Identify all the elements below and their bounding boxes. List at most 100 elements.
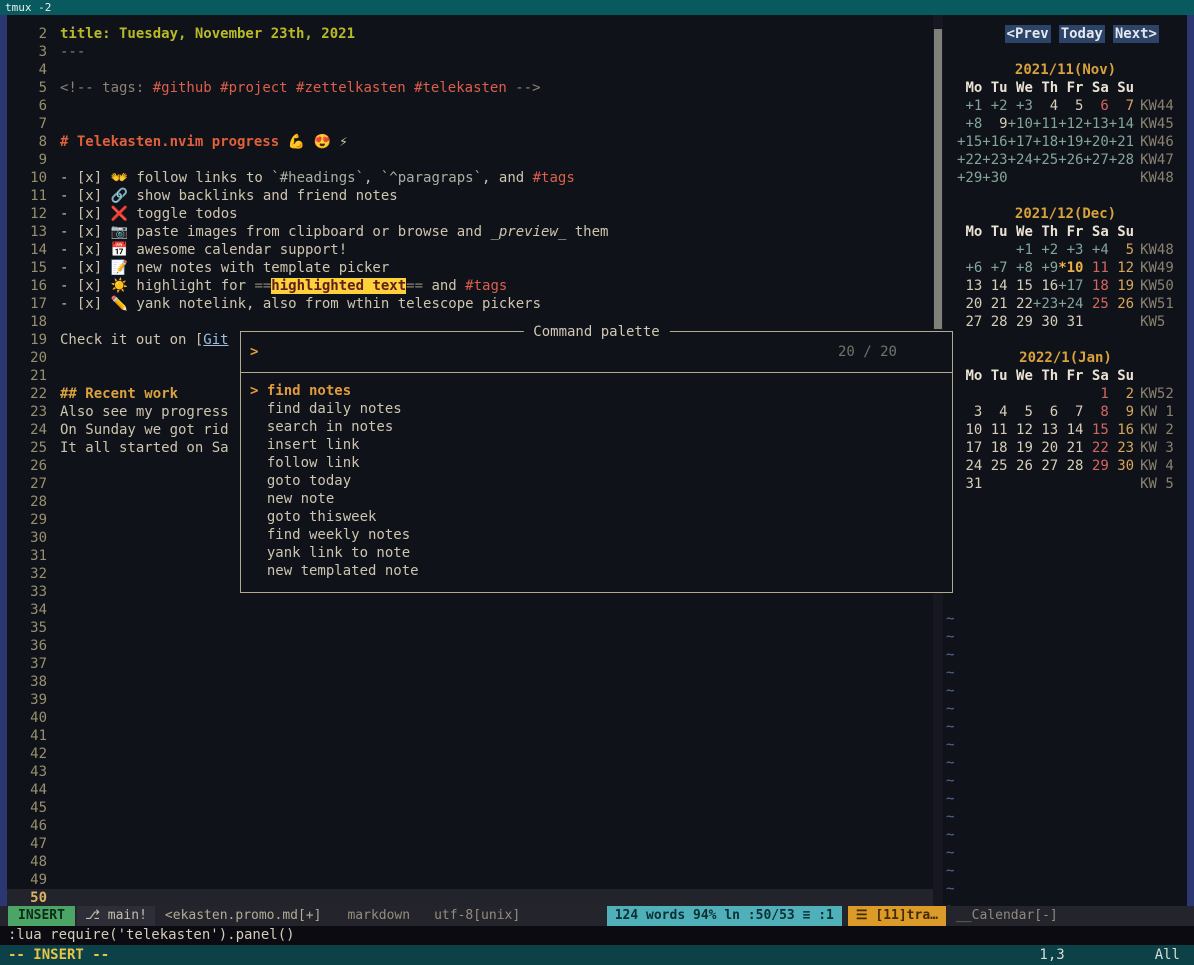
calendar-day[interactable]: 11 xyxy=(1083,259,1108,277)
command-line[interactable]: :lua require('telekasten').panel() xyxy=(0,926,1194,945)
calendar-day[interactable]: 25 xyxy=(1083,295,1108,313)
calendar-next-button[interactable]: Next> xyxy=(1113,25,1159,43)
calendar-day[interactable]: 28 xyxy=(1058,457,1083,475)
calendar-day[interactable]: +15 xyxy=(957,133,982,151)
calendar-day[interactable]: 18 xyxy=(1083,277,1108,295)
scrollbar-thumb[interactable] xyxy=(934,29,942,329)
calendar-day[interactable]: 17 xyxy=(957,439,982,457)
calendar-day[interactable]: 2 xyxy=(1109,385,1134,403)
calendar-day[interactable]: 29 xyxy=(1083,457,1108,475)
calendar-day[interactable]: 22 xyxy=(1008,295,1033,313)
calendar-day[interactable]: +23 xyxy=(1033,295,1058,313)
calendar-day[interactable]: +1 xyxy=(957,97,982,115)
calendar-day[interactable]: 14 xyxy=(1058,421,1083,439)
calendar-day[interactable]: 24 xyxy=(957,457,982,475)
calendar-day[interactable]: +21 xyxy=(1109,133,1134,151)
calendar-day[interactable]: +3 xyxy=(1008,97,1033,115)
calendar-day[interactable]: +20 xyxy=(1083,133,1108,151)
calendar-prev-button[interactable]: <Prev xyxy=(1005,25,1051,43)
calendar-day[interactable]: +29 xyxy=(957,169,982,187)
calendar-day[interactable]: 1 xyxy=(1083,385,1108,403)
calendar-day[interactable]: 21 xyxy=(982,295,1007,313)
palette-item[interactable]: insert link xyxy=(241,436,952,454)
calendar-day[interactable]: +27 xyxy=(1083,151,1108,169)
calendar-day[interactable]: +2 xyxy=(982,97,1007,115)
calendar-day[interactable]: 13 xyxy=(957,277,982,295)
calendar-today-button[interactable]: Today xyxy=(1059,25,1105,43)
calendar-day[interactable]: 22 xyxy=(1083,439,1108,457)
calendar-day[interactable]: 5 xyxy=(1008,403,1033,421)
calendar-day[interactable]: +28 xyxy=(1109,151,1134,169)
calendar-day[interactable]: +8 xyxy=(1008,259,1033,277)
calendar-day[interactable]: +24 xyxy=(1008,151,1033,169)
palette-item[interactable]: goto thisweek xyxy=(241,508,952,526)
calendar-day[interactable]: 16 xyxy=(1109,421,1134,439)
calendar-day[interactable]: *10 xyxy=(1058,259,1083,277)
palette-item[interactable]: find daily notes xyxy=(241,400,952,418)
calendar-day[interactable]: +2 xyxy=(1033,241,1058,259)
palette-item[interactable]: new templated note xyxy=(241,562,952,580)
calendar-day[interactable]: 9 xyxy=(982,115,1007,133)
calendar-day[interactable]: 31 xyxy=(957,475,982,493)
palette-item[interactable]: find weekly notes xyxy=(241,526,952,544)
calendar-day[interactable]: +6 xyxy=(957,259,982,277)
calendar-day[interactable]: 23 xyxy=(1109,439,1134,457)
calendar-day[interactable]: +30 xyxy=(982,169,1007,187)
palette-item[interactable]: goto today xyxy=(241,472,952,490)
calendar-day[interactable]: 27 xyxy=(1033,457,1058,475)
calendar-day[interactable]: 16 xyxy=(1033,277,1058,295)
calendar-day[interactable]: +7 xyxy=(982,259,1007,277)
calendar-day[interactable]: +14 xyxy=(1109,115,1134,133)
calendar-day[interactable]: +17 xyxy=(1008,133,1033,151)
calendar-day[interactable]: +22 xyxy=(957,151,982,169)
calendar-day[interactable]: 6 xyxy=(1083,97,1108,115)
calendar-day[interactable]: 9 xyxy=(1109,403,1134,421)
calendar-day[interactable]: 19 xyxy=(1109,277,1134,295)
calendar-day[interactable]: +16 xyxy=(982,133,1007,151)
calendar-day[interactable]: 19 xyxy=(1008,439,1033,457)
calendar-day[interactable]: 6 xyxy=(1033,403,1058,421)
calendar-day[interactable]: 14 xyxy=(982,277,1007,295)
calendar-day[interactable]: +19 xyxy=(1058,133,1083,151)
calendar-day[interactable]: +1 xyxy=(1008,241,1033,259)
palette-item[interactable]: > find notes xyxy=(241,382,952,400)
calendar-day[interactable]: 8 xyxy=(1083,403,1108,421)
calendar-day[interactable]: 28 xyxy=(982,313,1007,331)
calendar-day[interactable]: 20 xyxy=(957,295,982,313)
calendar-day[interactable]: 12 xyxy=(1109,259,1134,277)
calendar-day[interactable]: 27 xyxy=(957,313,982,331)
palette-item[interactable]: new note xyxy=(241,490,952,508)
calendar-day[interactable]: +3 xyxy=(1058,241,1083,259)
calendar-day[interactable]: 30 xyxy=(1033,313,1058,331)
calendar-day[interactable]: 21 xyxy=(1058,439,1083,457)
calendar-day[interactable]: 3 xyxy=(957,403,982,421)
palette-item[interactable]: yank link to note xyxy=(241,544,952,562)
calendar-day[interactable]: 10 xyxy=(957,421,982,439)
calendar-day[interactable]: 4 xyxy=(982,403,1007,421)
calendar-day[interactable]: 7 xyxy=(1109,97,1134,115)
calendar-day[interactable]: 11 xyxy=(982,421,1007,439)
calendar-day[interactable]: 4 xyxy=(1033,97,1058,115)
calendar-day[interactable]: 18 xyxy=(982,439,1007,457)
calendar-day[interactable]: +8 xyxy=(957,115,982,133)
calendar-day[interactable]: 25 xyxy=(982,457,1007,475)
calendar-day[interactable]: 20 xyxy=(1033,439,1058,457)
calendar-day[interactable]: 13 xyxy=(1033,421,1058,439)
calendar-day[interactable]: 31 xyxy=(1058,313,1083,331)
calendar-day[interactable]: 26 xyxy=(1008,457,1033,475)
calendar-day[interactable]: 29 xyxy=(1008,313,1033,331)
calendar-day[interactable]: +9 xyxy=(1033,259,1058,277)
calendar-day[interactable]: 12 xyxy=(1008,421,1033,439)
calendar-day[interactable]: 26 xyxy=(1109,295,1134,313)
calendar-day[interactable]: 15 xyxy=(1008,277,1033,295)
calendar-day[interactable]: +18 xyxy=(1033,133,1058,151)
calendar-day[interactable]: +26 xyxy=(1058,151,1083,169)
calendar-day[interactable]: +12 xyxy=(1058,115,1083,133)
calendar-day[interactable]: +4 xyxy=(1083,241,1108,259)
calendar-day[interactable]: 7 xyxy=(1058,403,1083,421)
calendar-day[interactable]: +11 xyxy=(1033,115,1058,133)
calendar-day[interactable]: +10 xyxy=(1008,115,1033,133)
calendar-day[interactable]: +17 xyxy=(1058,277,1083,295)
palette-item[interactable]: search in notes xyxy=(241,418,952,436)
calendar-day[interactable]: 5 xyxy=(1109,241,1134,259)
